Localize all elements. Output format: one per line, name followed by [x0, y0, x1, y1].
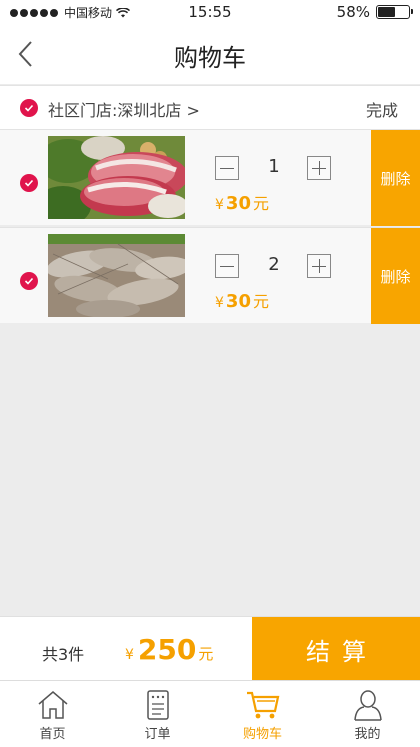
- delete-button[interactable]: 删除: [371, 130, 420, 226]
- battery-icon: [376, 5, 413, 19]
- checkout-button[interactable]: 结算: [252, 617, 420, 681]
- check-icon: [24, 277, 34, 285]
- done-button[interactable]: 完成: [366, 97, 398, 121]
- price-symbol: ¥: [215, 197, 224, 213]
- cart-item: 1 ¥ 30 元 删除: [0, 129, 420, 226]
- tab-bar: 首页 订单 购物车 我的: [0, 680, 420, 747]
- check-icon: [24, 179, 34, 187]
- tab-cart[interactable]: 购物车: [210, 681, 315, 747]
- store-row: 社区门店:深圳北店 > 完成: [0, 85, 420, 129]
- tab-label: 购物车: [242, 727, 282, 742]
- price-unit: 元: [252, 292, 269, 311]
- price-amount: 30: [225, 193, 251, 214]
- item-checkbox[interactable]: [20, 272, 38, 290]
- price-unit: 元: [252, 194, 269, 213]
- price-symbol: ¥: [215, 295, 224, 311]
- item-price: ¥ 30 元: [215, 288, 269, 312]
- quantity-increase-button[interactable]: [307, 254, 331, 278]
- store-checkbox[interactable]: [20, 99, 38, 117]
- nav-bar: 购物车: [0, 24, 420, 84]
- order-icon: [146, 690, 169, 720]
- quantity-value: 2: [268, 254, 280, 275]
- tab-label: 首页: [39, 727, 66, 742]
- tab-profile[interactable]: 我的: [315, 681, 420, 747]
- check-icon: [24, 104, 34, 112]
- tab-orders[interactable]: 订单: [105, 681, 210, 747]
- shrimp-photo[interactable]: [48, 234, 185, 317]
- tab-label: 订单: [144, 727, 171, 742]
- cart-item: 2 ¥ 30 元 删除: [0, 227, 420, 324]
- tab-home[interactable]: 首页: [0, 681, 105, 747]
- item-price: ¥ 30 元: [215, 190, 269, 214]
- page-title: 购物车: [174, 44, 246, 72]
- cart-icon: [246, 691, 279, 719]
- quantity-value: 1: [268, 156, 280, 177]
- tab-label: 我的: [354, 727, 381, 742]
- checkout-bar: 共3件 ¥ 250 元 结算: [0, 616, 420, 681]
- home-icon: [38, 691, 67, 719]
- total-price-unit: 元: [198, 645, 214, 663]
- total-price-amount: 250: [137, 633, 197, 666]
- battery-percent: 58%: [336, 3, 370, 21]
- pork-photo[interactable]: [48, 136, 185, 219]
- quantity-decrease-button[interactable]: [215, 156, 239, 180]
- user-icon: [353, 690, 382, 721]
- quantity-increase-button[interactable]: [307, 156, 331, 180]
- total-price-symbol: ¥: [125, 647, 134, 663]
- item-checkbox[interactable]: [20, 174, 38, 192]
- total-price: ¥ 250 元: [125, 633, 213, 666]
- delete-button[interactable]: 删除: [371, 228, 420, 324]
- store-name-link[interactable]: 社区门店:深圳北店 >: [48, 97, 200, 121]
- price-amount: 30: [225, 291, 251, 312]
- total-count: 共3件: [42, 645, 85, 664]
- quantity-decrease-button[interactable]: [215, 254, 239, 278]
- status-bar: 中国移动 15:55 58%: [0, 0, 420, 24]
